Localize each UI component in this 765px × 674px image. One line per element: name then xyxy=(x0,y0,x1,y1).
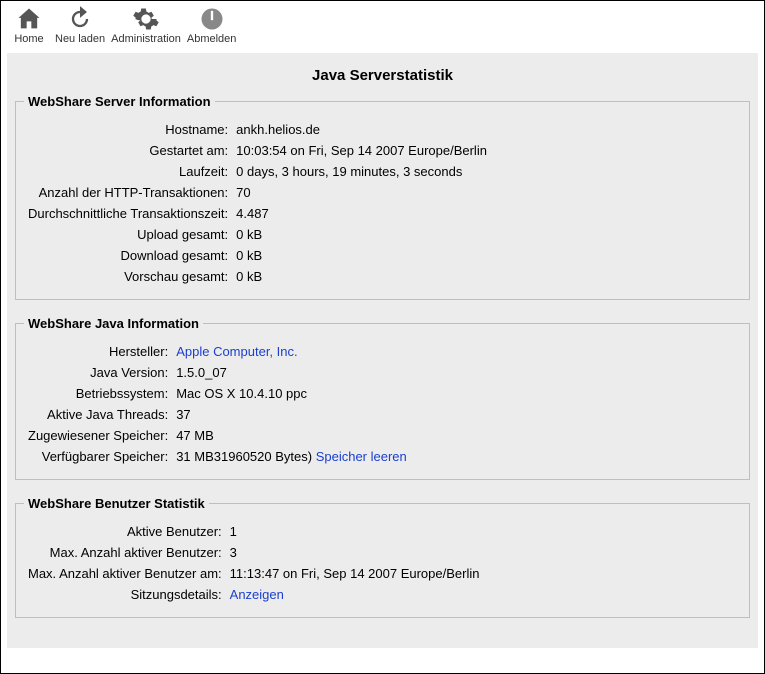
row-value: 0 kB xyxy=(232,266,491,287)
reload-icon xyxy=(66,5,94,33)
table-row: Aktive Java Threads: 37 xyxy=(24,404,411,425)
row-value-text: 1 xyxy=(230,524,237,539)
row-label: Gestartet am: xyxy=(24,140,232,161)
row-value-text: 37 xyxy=(176,407,190,422)
row-label: Aktive Benutzer: xyxy=(24,521,226,542)
row-value-text: ankh.helios.de xyxy=(236,122,320,137)
admin-button[interactable]: Administration xyxy=(111,5,181,45)
row-value: 70 xyxy=(232,182,491,203)
row-value-link[interactable]: Apple Computer, Inc. xyxy=(176,344,297,359)
reload-label: Neu laden xyxy=(55,33,105,45)
row-value: 47 MB xyxy=(172,425,411,446)
toolbar: Home Neu laden Administration Abmelden xyxy=(1,1,764,47)
page-title: Java Serverstatistik xyxy=(15,67,750,84)
row-value: 1.5.0_07 xyxy=(172,362,411,383)
row-value: 37 xyxy=(172,404,411,425)
row-value: 0 kB xyxy=(232,245,491,266)
table-row: Java Version: 1.5.0_07 xyxy=(24,362,411,383)
row-value: Apple Computer, Inc. xyxy=(172,341,411,362)
row-value: 0 kB xyxy=(232,224,491,245)
home-icon xyxy=(15,5,43,33)
java-info-table: Hersteller: Apple Computer, Inc. Java Vers… xyxy=(24,341,411,467)
admin-label: Administration xyxy=(111,33,181,45)
row-label: Download gesamt: xyxy=(24,245,232,266)
row-value-text: 10:03:54 on Fri, Sep 14 2007 Europe/Berl… xyxy=(236,143,487,158)
row-value: 0 days, 3 hours, 19 minutes, 3 seconds xyxy=(232,161,491,182)
row-value-text: 0 kB xyxy=(236,227,262,242)
row-value-link[interactable]: Anzeigen xyxy=(230,587,284,602)
user-stats-legend: WebShare Benutzer Statistik xyxy=(24,496,209,511)
row-value-text: 0 days, 3 hours, 19 minutes, 3 seconds xyxy=(236,164,462,179)
home-button[interactable]: Home xyxy=(9,5,49,45)
table-row: Upload gesamt: 0 kB xyxy=(24,224,491,245)
table-row: Laufzeit: 0 days, 3 hours, 19 minutes, 3 … xyxy=(24,161,491,182)
row-value-text: Mac OS X 10.4.10 ppc xyxy=(176,386,307,401)
table-row: Durchschnittliche Transaktionszeit: 4.487 xyxy=(24,203,491,224)
server-info-table: Hostname: ankh.helios.de Gestartet am: 10:0… xyxy=(24,119,491,287)
row-value-text: 47 MB xyxy=(176,428,214,443)
row-label: Hersteller: xyxy=(24,341,172,362)
logout-label: Abmelden xyxy=(187,33,237,45)
row-label: Hostname: xyxy=(24,119,232,140)
power-icon xyxy=(198,5,226,33)
row-value: 4.487 xyxy=(232,203,491,224)
row-value-text: 70 xyxy=(236,185,250,200)
row-label: Max. Anzahl aktiver Benutzer am: xyxy=(24,563,226,584)
logout-button[interactable]: Abmelden xyxy=(187,5,237,45)
table-row: Verfügbarer Speicher:31 MB31960520 Bytes… xyxy=(24,446,411,467)
row-value: 11:13:47 on Fri, Sep 14 2007 Europe/Berl… xyxy=(226,563,484,584)
home-label: Home xyxy=(14,33,43,45)
row-value-text: 1.5.0_07 xyxy=(176,365,227,380)
table-row: Max. Anzahl aktiver Benutzer: 3 xyxy=(24,542,483,563)
server-info-section: WebShare Server Information Hostname: ank… xyxy=(15,94,750,300)
row-value-text: 11:13:47 on Fri, Sep 14 2007 Europe/Berl… xyxy=(230,566,480,581)
row-label: Verfügbarer Speicher: xyxy=(24,446,172,467)
table-row: Vorschau gesamt: 0 kB xyxy=(24,266,491,287)
row-label: Upload gesamt: xyxy=(24,224,232,245)
user-stats-section: WebShare Benutzer Statistik Aktive Benut… xyxy=(15,496,750,618)
row-value: ankh.helios.de xyxy=(232,119,491,140)
row-label: Laufzeit: xyxy=(24,161,232,182)
row-value-text: 4.487 xyxy=(236,206,269,221)
reload-button[interactable]: Neu laden xyxy=(55,5,105,45)
table-row: Download gesamt: 0 kB xyxy=(24,245,491,266)
row-value: 1 xyxy=(226,521,484,542)
row-label: Vorschau gesamt: xyxy=(24,266,232,287)
row-label: Anzahl der HTTP-Transaktionen: xyxy=(24,182,232,203)
row-label: Aktive Java Threads: xyxy=(24,404,172,425)
java-info-legend: WebShare Java Information xyxy=(24,316,203,331)
row-label: Java Version: xyxy=(24,362,172,383)
row-value-text: 0 kB xyxy=(236,269,262,284)
table-row: Max. Anzahl aktiver Benutzer am: 11:13:47… xyxy=(24,563,483,584)
row-value: Anzeigen xyxy=(226,584,484,605)
table-row: Zugewiesener Speicher: 47 MB xyxy=(24,425,411,446)
row-value: 10:03:54 on Fri, Sep 14 2007 Europe/Berl… xyxy=(232,140,491,161)
row-label: Sitzungsdetails: xyxy=(24,584,226,605)
table-row: Hersteller: Apple Computer, Inc. xyxy=(24,341,411,362)
row-label: Betriebssystem: xyxy=(24,383,172,404)
row-label: Max. Anzahl aktiver Benutzer: xyxy=(24,542,226,563)
row-value: 31 MB31960520 Bytes) Speicher leeren xyxy=(172,446,411,467)
app-frame: Home Neu laden Administration Abmelden J… xyxy=(0,0,765,674)
row-value-text: 31 MB31960520 Bytes) xyxy=(176,449,312,464)
java-info-section: WebShare Java Information Hersteller: App… xyxy=(15,316,750,480)
table-row: Sitzungsdetails: Anzeigen xyxy=(24,584,483,605)
table-row: Anzahl der HTTP-Transaktionen: 70 xyxy=(24,182,491,203)
table-row: Hostname: ankh.helios.de xyxy=(24,119,491,140)
server-info-legend: WebShare Server Information xyxy=(24,94,215,109)
table-row: Aktive Benutzer: 1 xyxy=(24,521,483,542)
row-value-text: 0 kB xyxy=(236,248,262,263)
row-value: 3 xyxy=(226,542,484,563)
row-value-text: 3 xyxy=(230,545,237,560)
user-stats-table: Aktive Benutzer: 1 Max. Anzahl aktiver Ben… xyxy=(24,521,483,605)
gear-icon xyxy=(132,5,160,33)
table-row: Gestartet am: 10:03:54 on Fri, Sep 14 200… xyxy=(24,140,491,161)
row-label: Zugewiesener Speicher: xyxy=(24,425,172,446)
row-label: Durchschnittliche Transaktionszeit: xyxy=(24,203,232,224)
row-action-link[interactable]: Speicher leeren xyxy=(316,449,407,464)
content-area: Java Serverstatistik WebShare Server Inf… xyxy=(7,53,758,648)
table-row: Betriebssystem: Mac OS X 10.4.10 ppc xyxy=(24,383,411,404)
row-value: Mac OS X 10.4.10 ppc xyxy=(172,383,411,404)
